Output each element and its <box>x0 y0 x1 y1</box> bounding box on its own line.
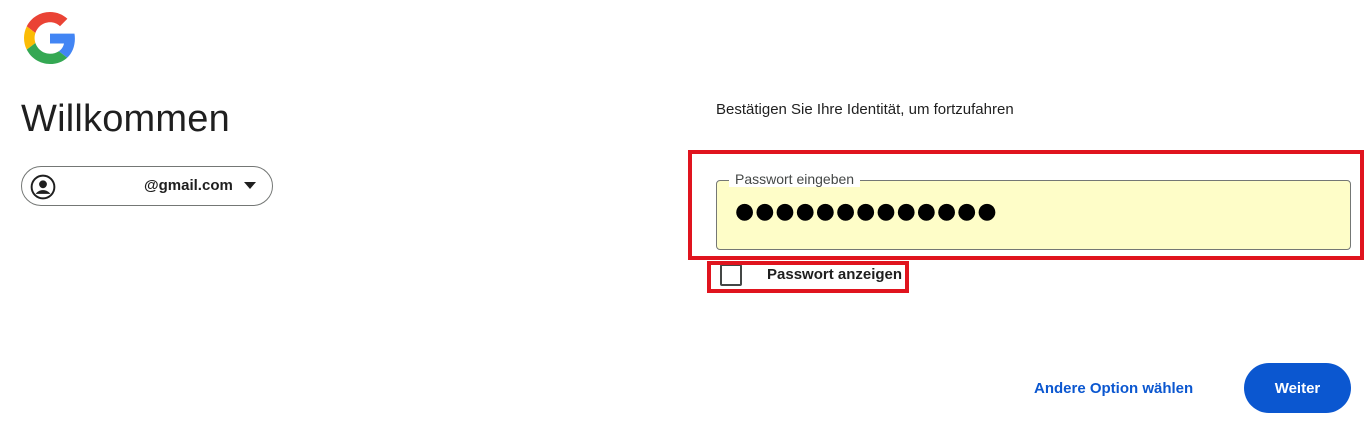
page-title: Willkommen <box>21 98 230 140</box>
password-field-label: Passwort eingeben <box>729 171 861 187</box>
identity-subtitle: Bestätigen Sie Ihre Identität, um fortzu… <box>716 101 1014 118</box>
next-button[interactable]: Weiter <box>1244 363 1351 413</box>
google-g-logo-icon <box>24 12 75 64</box>
account-circle-icon <box>30 174 56 200</box>
account-email: @gmail.com <box>144 177 233 194</box>
show-password-label[interactable]: Passwort anzeigen <box>767 266 902 283</box>
password-field[interactable]: Passwort eingeben ●●●●●●●●●●●●● <box>716 171 1351 250</box>
show-password-checkbox[interactable] <box>720 264 742 286</box>
sign-in-page: Willkommen @gmail.com Bestätigen Sie Ihr… <box>0 0 1372 423</box>
caret-down-icon <box>244 182 256 189</box>
account-chooser-chip[interactable]: @gmail.com <box>21 166 273 206</box>
password-masked-value: ●●●●●●●●●●●●● <box>735 199 998 224</box>
other-option-link[interactable]: Andere Option wählen <box>1022 368 1205 408</box>
